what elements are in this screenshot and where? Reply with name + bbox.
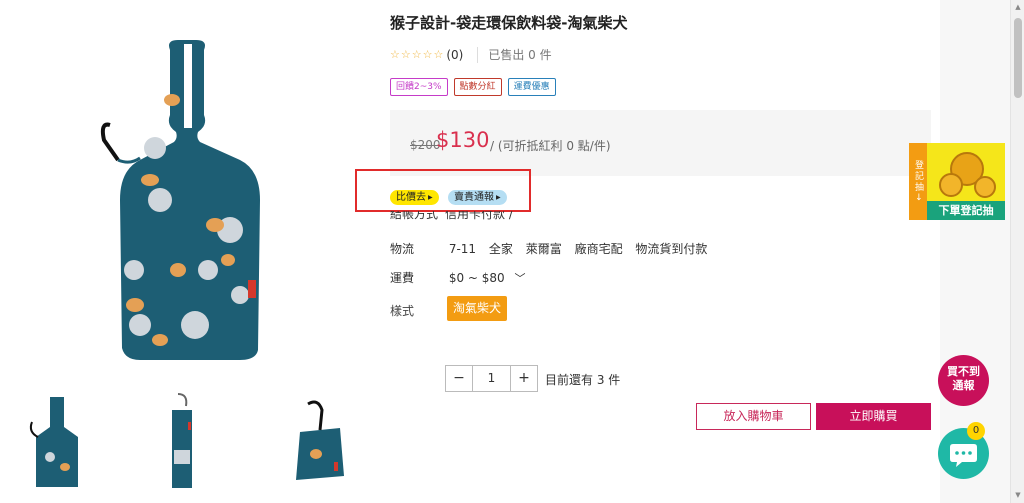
product-main-image xyxy=(100,40,260,360)
caret-right-icon: ▶ xyxy=(428,194,433,201)
sale-price: $130 xyxy=(436,128,490,152)
sold-count: 已售出 0 件 xyxy=(488,48,552,62)
shipping-row[interactable]: 運費 $0 ~ $80 ﹀ xyxy=(390,269,526,286)
product-thumbnail-3[interactable] xyxy=(282,392,362,492)
logistics-option: 物流貨到付款 xyxy=(635,242,708,256)
chevron-down-icon[interactable]: ﹀ xyxy=(515,272,526,285)
quantity-input[interactable]: 1 xyxy=(473,365,510,392)
style-row: 樣式 xyxy=(390,302,445,319)
logistics-label: 物流 xyxy=(390,242,415,256)
quantity-stepper: − 1 + xyxy=(445,365,538,392)
rating-row: ☆☆☆☆☆ (0) 已售出 0 件 xyxy=(390,46,552,63)
scroll-up-arrow[interactable]: ▲ xyxy=(1013,2,1023,12)
logistics-row: 物流 7-11 全家 萊爾富 廠商宅配 物流貨到付款 xyxy=(390,240,716,257)
promo-caption: 下單登記抽 xyxy=(927,201,1005,220)
out-of-stock-notify-button[interactable]: 買不到 通報 xyxy=(938,355,989,406)
promo-side-tab[interactable]: 登記抽→ xyxy=(909,143,927,220)
payment-row: 結帳方式 信用卡付款 / xyxy=(390,211,513,223)
tag-points[interactable]: 點數分紅 xyxy=(453,78,502,96)
highlight-box xyxy=(355,169,531,212)
rating-stars[interactable]: ☆☆☆☆☆ xyxy=(390,48,444,61)
style-label: 樣式 xyxy=(390,304,415,318)
product-thumbnail-2[interactable] xyxy=(160,392,240,492)
scrollbar-thumb[interactable] xyxy=(1014,18,1022,98)
divider xyxy=(477,46,479,63)
rating-count: (0) xyxy=(446,47,464,62)
report-overpriced-label: 賣貴通報 xyxy=(454,192,494,203)
price-note: / (可折抵紅利 0 點/件) xyxy=(490,139,611,153)
scroll-down-arrow[interactable]: ▼ xyxy=(1013,490,1023,500)
notify-line-2: 通報 xyxy=(952,379,975,392)
buy-now-button[interactable]: 立即購買 xyxy=(816,403,931,430)
shipping-label: 運費 xyxy=(390,271,415,285)
quantity-plus-button[interactable]: + xyxy=(510,365,538,392)
add-to-cart-button[interactable]: 放入購物車 xyxy=(696,403,811,430)
logistics-option: 廠商宅配 xyxy=(574,242,623,256)
notify-line-1: 買不到 xyxy=(947,365,980,378)
quantity-minus-button[interactable]: − xyxy=(445,365,473,392)
logistics-option: 7-11 xyxy=(448,242,477,256)
tag-shipping-discount[interactable]: 運費優惠 xyxy=(507,78,556,96)
scrollbar[interactable]: ▲ ▼ xyxy=(1010,0,1024,503)
promo-tags: 回饋2~3% 點數分紅 運費優惠 xyxy=(390,78,556,96)
logistics-option: 全家 xyxy=(488,242,513,256)
price-box: $200 $130 / (可折抵紅利 0 點/件) xyxy=(390,110,931,176)
shipping-value: $0 ~ $80 xyxy=(448,271,505,285)
tag-cashback[interactable]: 回饋2~3% xyxy=(390,78,448,96)
compare-price-button[interactable]: 比價去 ▶ xyxy=(390,190,439,205)
arrow-right-icon: → xyxy=(913,193,923,203)
promo-side-label: 登記抽 xyxy=(913,160,923,194)
product-title: 猴子設計-袋走環保飲料袋-淘氣柴犬 xyxy=(390,14,628,32)
chat-unread-badge: 0 xyxy=(967,422,985,440)
product-thumbnail-1[interactable] xyxy=(20,392,100,492)
payment-value: 信用卡付款 / xyxy=(445,211,513,221)
stock-remaining: 目前還有 3 件 xyxy=(545,373,621,387)
compare-price-label: 比價去 xyxy=(396,192,426,203)
coin-promo-image xyxy=(927,143,1005,203)
lottery-promo-banner[interactable]: 登記抽→ 下單登記抽 xyxy=(909,143,1005,220)
payment-label: 結帳方式 xyxy=(390,211,439,221)
style-option-selected[interactable]: 淘氣柴犬 xyxy=(447,296,507,321)
caret-right-icon: ▶ xyxy=(496,194,501,201)
report-overpriced-button[interactable]: 賣貴通報 ▶ xyxy=(448,190,507,205)
logistics-option: 萊爾富 xyxy=(525,242,562,256)
